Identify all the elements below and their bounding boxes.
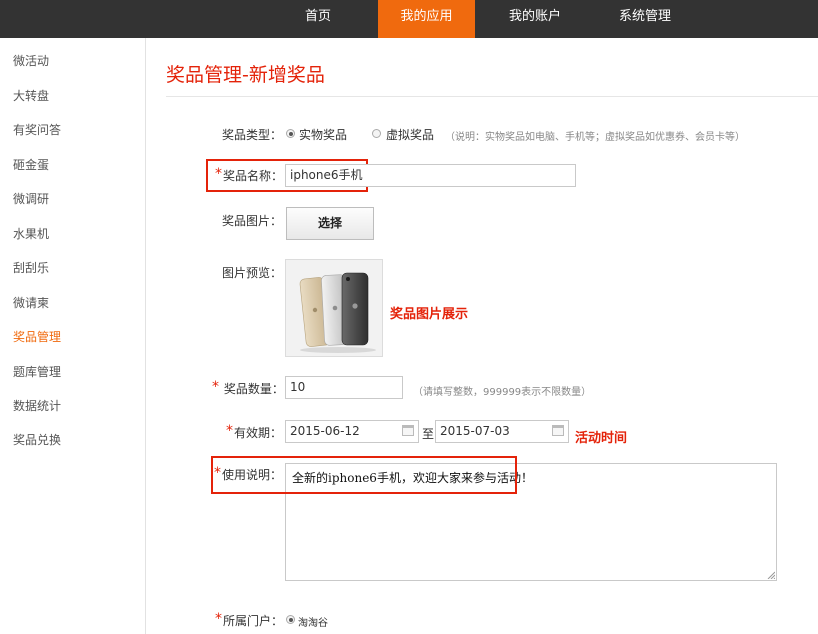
sidebar-item-question-bank[interactable]: 题库管理 bbox=[13, 363, 61, 380]
sidebar-item-statistics[interactable]: 数据统计 bbox=[13, 397, 61, 414]
validity-label-text: 有效期： bbox=[234, 426, 283, 440]
sidebar-item-micro-survey[interactable]: 微调研 bbox=[13, 190, 49, 207]
nav-item-my-apps[interactable]: 我的应用 bbox=[378, 0, 475, 38]
instructions-label-text: 使用说明： bbox=[222, 468, 283, 482]
image-preview-callout: 奖品图片展示 bbox=[390, 307, 469, 322]
start-date-input[interactable]: 2015-06-12 bbox=[285, 420, 419, 443]
top-nav-bar: 首页 我的应用 我的账户 系统管理 bbox=[0, 0, 818, 38]
prize-image-label: 奖品图片： bbox=[222, 214, 283, 228]
required-mark: * bbox=[215, 611, 222, 627]
sidebar-item-golden-egg[interactable]: 砸金蛋 bbox=[13, 156, 49, 173]
resize-grip-icon[interactable] bbox=[767, 571, 775, 579]
sidebar-item-prize-redemption[interactable]: 奖品兑换 bbox=[13, 431, 61, 448]
end-date-input[interactable]: 2015-07-03 bbox=[435, 420, 569, 443]
title-divider bbox=[166, 96, 818, 97]
sidebar-item-fruit-machine[interactable]: 水果机 bbox=[13, 225, 49, 242]
prize-type-label: 奖品类型： bbox=[222, 128, 283, 142]
end-date-value: 2015-07-03 bbox=[440, 424, 510, 438]
quantity-note: （请填写整数，999999表示不限数量） bbox=[413, 387, 592, 398]
quantity-input[interactable]: 10 bbox=[285, 376, 403, 399]
required-mark: * bbox=[215, 166, 222, 182]
required-mark: * bbox=[214, 465, 221, 481]
virtual-prize-option-label[interactable]: 虚拟奖品 bbox=[386, 126, 434, 143]
sidebar-item-prize-quiz[interactable]: 有奖问答 bbox=[13, 121, 61, 138]
choose-image-button[interactable]: 选择 bbox=[286, 207, 374, 240]
virtual-prize-radio[interactable] bbox=[372, 129, 381, 138]
portal-label-text: 所属门户： bbox=[223, 614, 284, 628]
required-mark: * bbox=[212, 379, 219, 395]
calendar-icon[interactable] bbox=[552, 425, 564, 436]
sidebar-item-scratch-card[interactable]: 刮刮乐 bbox=[13, 259, 49, 276]
sidebar-item-big-wheel[interactable]: 大转盘 bbox=[13, 87, 49, 104]
nav-item-home[interactable]: 首页 bbox=[292, 0, 344, 38]
prize-name-input[interactable]: iphone6手机 bbox=[285, 164, 576, 187]
portal-label: *所属门户： bbox=[215, 611, 284, 629]
image-preview-label: 图片预览： bbox=[222, 266, 283, 280]
sidebar-item-micro-activity[interactable]: 微活动 bbox=[13, 52, 49, 69]
date-separator: 至 bbox=[422, 427, 435, 441]
portal-option-radio[interactable] bbox=[286, 615, 295, 624]
sidebar: 微活动 大转盘 有奖问答 砸金蛋 微调研 水果机 刮刮乐 微请柬 奖品管理 题库… bbox=[0, 38, 146, 634]
portal-option-label[interactable]: 淘淘谷 bbox=[298, 614, 328, 629]
instructions-label: *使用说明： bbox=[214, 465, 283, 483]
prize-image-preview bbox=[285, 259, 383, 357]
phone-product-image bbox=[299, 272, 376, 353]
validity-label: *有效期： bbox=[226, 423, 283, 441]
required-mark: * bbox=[226, 423, 233, 439]
nav-item-system-management[interactable]: 系统管理 bbox=[612, 0, 678, 38]
sidebar-item-prize-management[interactable]: 奖品管理 bbox=[13, 328, 61, 345]
validity-callout: 活动时间 bbox=[575, 431, 628, 446]
prize-name-label: *奖品名称： bbox=[215, 166, 284, 184]
quantity-label-text: 奖品数量： bbox=[223, 382, 284, 396]
physical-prize-radio[interactable] bbox=[286, 129, 295, 138]
quantity-label: * 奖品数量： bbox=[212, 379, 284, 397]
prize-type-note: （说明：实物奖品如电脑、手机等；虚拟奖品如优惠券、会员卡等） bbox=[445, 132, 745, 143]
sidebar-item-micro-invitation[interactable]: 微请柬 bbox=[13, 294, 49, 311]
nav-item-my-account[interactable]: 我的账户 bbox=[502, 0, 568, 38]
calendar-icon[interactable] bbox=[402, 425, 414, 436]
page-title: 奖品管理-新增奖品 bbox=[166, 64, 325, 86]
start-date-value: 2015-06-12 bbox=[290, 424, 360, 438]
prize-name-label-text: 奖品名称： bbox=[223, 169, 284, 183]
physical-prize-option-label[interactable]: 实物奖品 bbox=[299, 126, 347, 143]
